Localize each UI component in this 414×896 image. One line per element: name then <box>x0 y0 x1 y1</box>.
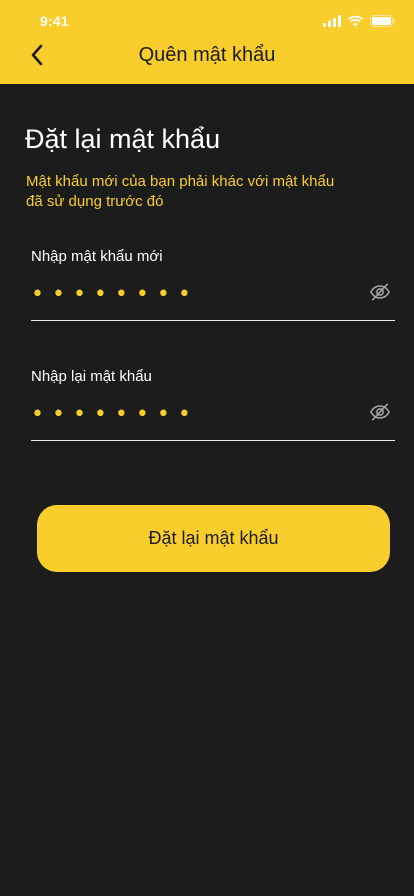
new-password-field: Nhập mật khẩu mới <box>31 248 395 332</box>
eye-off-icon[interactable] <box>369 281 391 303</box>
status-bar: 9:41 <box>0 0 414 40</box>
signal-icon <box>323 15 341 27</box>
battery-icon <box>370 15 396 27</box>
confirm-password-underline <box>31 440 395 441</box>
confirm-password-input[interactable] <box>31 396 361 432</box>
confirm-password-label: Nhập lại mật khẩu <box>31 368 152 385</box>
wifi-icon <box>347 15 364 27</box>
app-header: 9:41 Quên mật khẩu <box>0 0 414 84</box>
page-subtitle: Mật khẩu mới của bạn phải khác với mật k… <box>26 173 335 210</box>
status-time: 9:41 <box>40 13 69 29</box>
header-title: Quên mật khẩu <box>138 44 276 66</box>
status-icons <box>323 14 396 28</box>
new-password-label: Nhập mật khẩu mới <box>31 248 163 265</box>
eye-off-icon[interactable] <box>369 401 391 423</box>
page-title: Đặt lại mật khẩu <box>25 124 221 154</box>
confirm-password-field: Nhập lại mật khẩu <box>31 368 395 452</box>
reset-password-button[interactable]: Đặt lại mật khẩu <box>37 505 390 572</box>
new-password-input[interactable] <box>31 276 361 312</box>
new-password-underline <box>31 320 395 321</box>
